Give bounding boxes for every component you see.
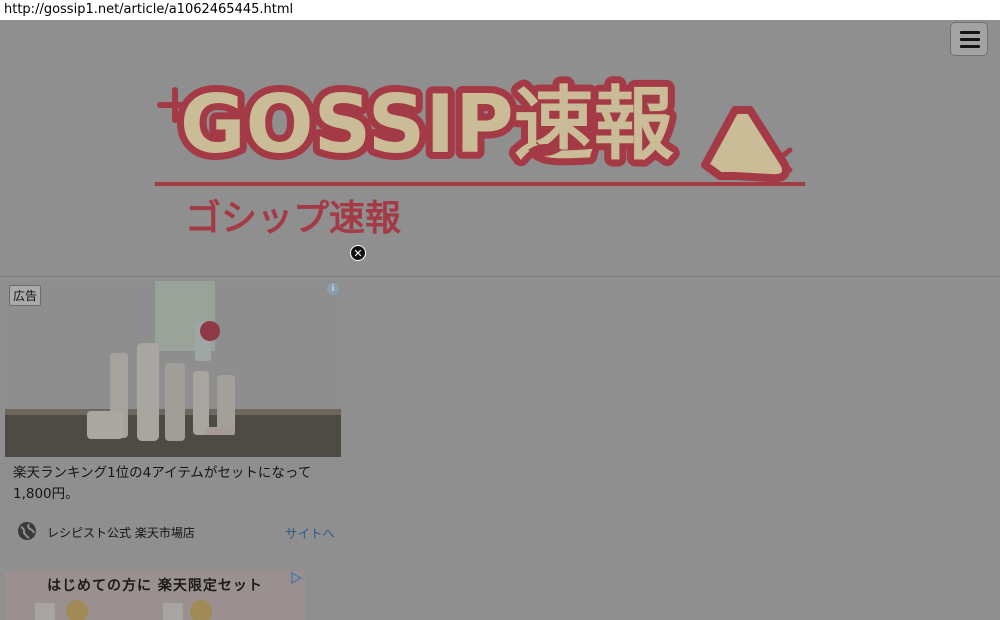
menu-button[interactable] [950,22,988,56]
hamburger-icon [960,38,980,41]
close-circle-icon: ✕ [353,247,363,260]
logo-wordmark: GOSSIP速報 [180,78,674,171]
high-heel-icon [701,106,790,183]
hamburger-icon [960,45,980,48]
site-header: GOSSIP速報 ゴシップ速報 ✕ [0,20,1000,276]
globe-icon [18,522,36,540]
visit-site-link[interactable]: サイトへ [285,523,335,542]
ad-card[interactable]: 広告 i 楽天ランキング1位の4アイテムがセットになって1,800円。 レシピス… [5,281,341,561]
close-ad-button[interactable]: ✕ [350,245,366,261]
ad-footer: レシピスト公式 楽天市場店 サイトへ [17,521,339,545]
ad-advertiser: レシピスト公式 楽天市場店 [47,526,195,540]
product-photo [5,281,341,457]
logo-subtitle: ゴシップ速報 [185,197,401,239]
ad-label-badge: 広告 [9,285,42,306]
ad-banner[interactable]: はじめての方に 楽天限定セット [5,571,305,620]
header-divider [0,276,1000,277]
ad-banner-title: はじめての方に 楽天限定セット [47,578,263,594]
site-logo[interactable]: GOSSIP速報 ゴシップ速報 [150,70,810,250]
url-text: http://gossip1.net/article/a1062465445.h… [4,2,294,17]
info-icon[interactable]: i [327,283,339,295]
ad-headline[interactable]: 楽天ランキング1位の4アイテムがセットになって1,800円。 [13,463,333,505]
page-overlay: GOSSIP速報 ゴシップ速報 ✕ 広告 i 楽天ランキング1位の4アイテムがセ… [0,20,1000,620]
ad-image[interactable]: 広告 i [5,281,341,457]
address-bar[interactable]: http://gossip1.net/article/a1062465445.h… [0,0,1000,20]
logo-underline [155,182,805,186]
hamburger-icon [960,31,980,34]
adchoices-icon[interactable] [290,572,302,584]
